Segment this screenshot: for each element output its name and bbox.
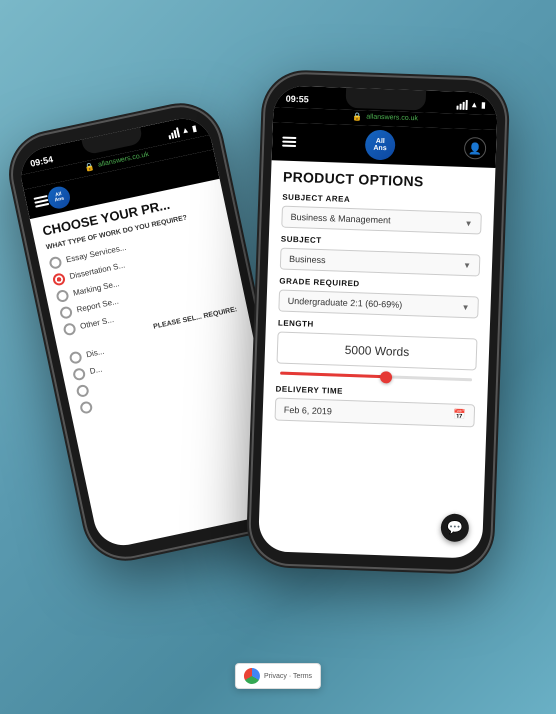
wifi-icon: ▲	[181, 125, 191, 135]
phones-container: 09:54 ▲ ▮ 🔒 allanswers.co.uk	[28, 17, 528, 697]
grade-value: Undergraduate 2:1 (60-69%)	[288, 296, 403, 310]
product-options-title: PRODUCT OPTIONS	[283, 169, 483, 192]
lock-icon: 🔒	[84, 162, 96, 173]
front-phone-screen: 09:55 ▲ ▮ 🔒 allanswers.co.uk	[258, 85, 498, 559]
front-status-icons: ▲ ▮	[456, 99, 486, 110]
delivery-date-field[interactable]: Feb 6, 2019 📅	[275, 397, 476, 427]
user-profile-icon: 👤	[468, 142, 482, 155]
subject-value: Business	[289, 254, 326, 265]
label-sub-1: Dis...	[85, 347, 105, 360]
back-phone-screen: 09:54 ▲ ▮ 🔒 allanswers.co.uk	[16, 113, 290, 550]
front-content: PRODUCT OPTIONS SUBJECT AREA Business & …	[258, 160, 496, 559]
front-url: allanswers.co.uk	[366, 113, 418, 122]
radio-sub-1[interactable]	[68, 350, 82, 364]
slider-track	[280, 372, 472, 382]
radio-essay[interactable]	[48, 255, 62, 269]
signal-icon	[167, 127, 180, 139]
radio-marking[interactable]	[55, 289, 69, 303]
recaptcha-text: Privacy · Terms	[264, 673, 312, 680]
back-time: 09:54	[29, 154, 54, 169]
radio-other[interactable]	[62, 322, 76, 336]
front-menu-button[interactable]	[282, 137, 296, 147]
length-slider[interactable]	[276, 369, 476, 383]
length-display: 5000 Words	[276, 332, 477, 371]
radio-report[interactable]	[59, 305, 73, 319]
front-lock-icon: 🔒	[352, 112, 362, 121]
label-other: Other S...	[79, 315, 114, 331]
front-phone: 09:55 ▲ ▮ 🔒 allanswers.co.uk	[250, 73, 507, 571]
back-logo: AllAns	[46, 185, 72, 211]
recaptcha-badge: Privacy · Terms	[235, 663, 321, 689]
front-time: 09:55	[286, 93, 309, 104]
radio-dissertation[interactable]	[52, 272, 66, 286]
chat-icon: 💬	[446, 520, 463, 537]
recaptcha-logo	[244, 668, 260, 684]
front-wifi-icon: ▲	[470, 100, 478, 109]
grade-select[interactable]: Undergraduate 2:1 (60-69%) ▼	[278, 290, 479, 319]
radio-sub-2[interactable]	[72, 367, 86, 381]
radio-sub-4[interactable]	[79, 400, 93, 414]
subject-select[interactable]: Business ▼	[280, 248, 481, 277]
calendar-icon: 📅	[453, 410, 466, 421]
radio-sub-3[interactable]	[76, 383, 90, 397]
grade-arrow-icon: ▼	[461, 302, 469, 311]
back-content: CHOOSE YOUR PR... WHAT TYPE OF WORK DO Y…	[30, 179, 264, 429]
back-status-icons: ▲ ▮	[167, 123, 198, 139]
slider-thumb[interactable]	[379, 371, 391, 383]
subject-area-value: Business & Management	[290, 212, 390, 225]
subject-arrow-icon: ▼	[463, 260, 471, 269]
front-logo: AllAns	[365, 129, 396, 160]
slider-fill	[280, 372, 386, 379]
battery-icon: ▮	[191, 124, 197, 134]
user-icon[interactable]: 👤	[464, 137, 487, 160]
front-battery-icon: ▮	[481, 100, 486, 109]
subject-area-arrow-icon: ▼	[464, 218, 472, 227]
delivery-date-value: Feb 6, 2019	[284, 404, 332, 416]
front-phone-notch	[345, 88, 426, 111]
label-sub-2: D...	[89, 365, 103, 376]
subject-area-select[interactable]: Business & Management ▼	[281, 206, 482, 235]
label-report: Report Se...	[76, 297, 120, 315]
front-signal-icon	[456, 99, 467, 109]
